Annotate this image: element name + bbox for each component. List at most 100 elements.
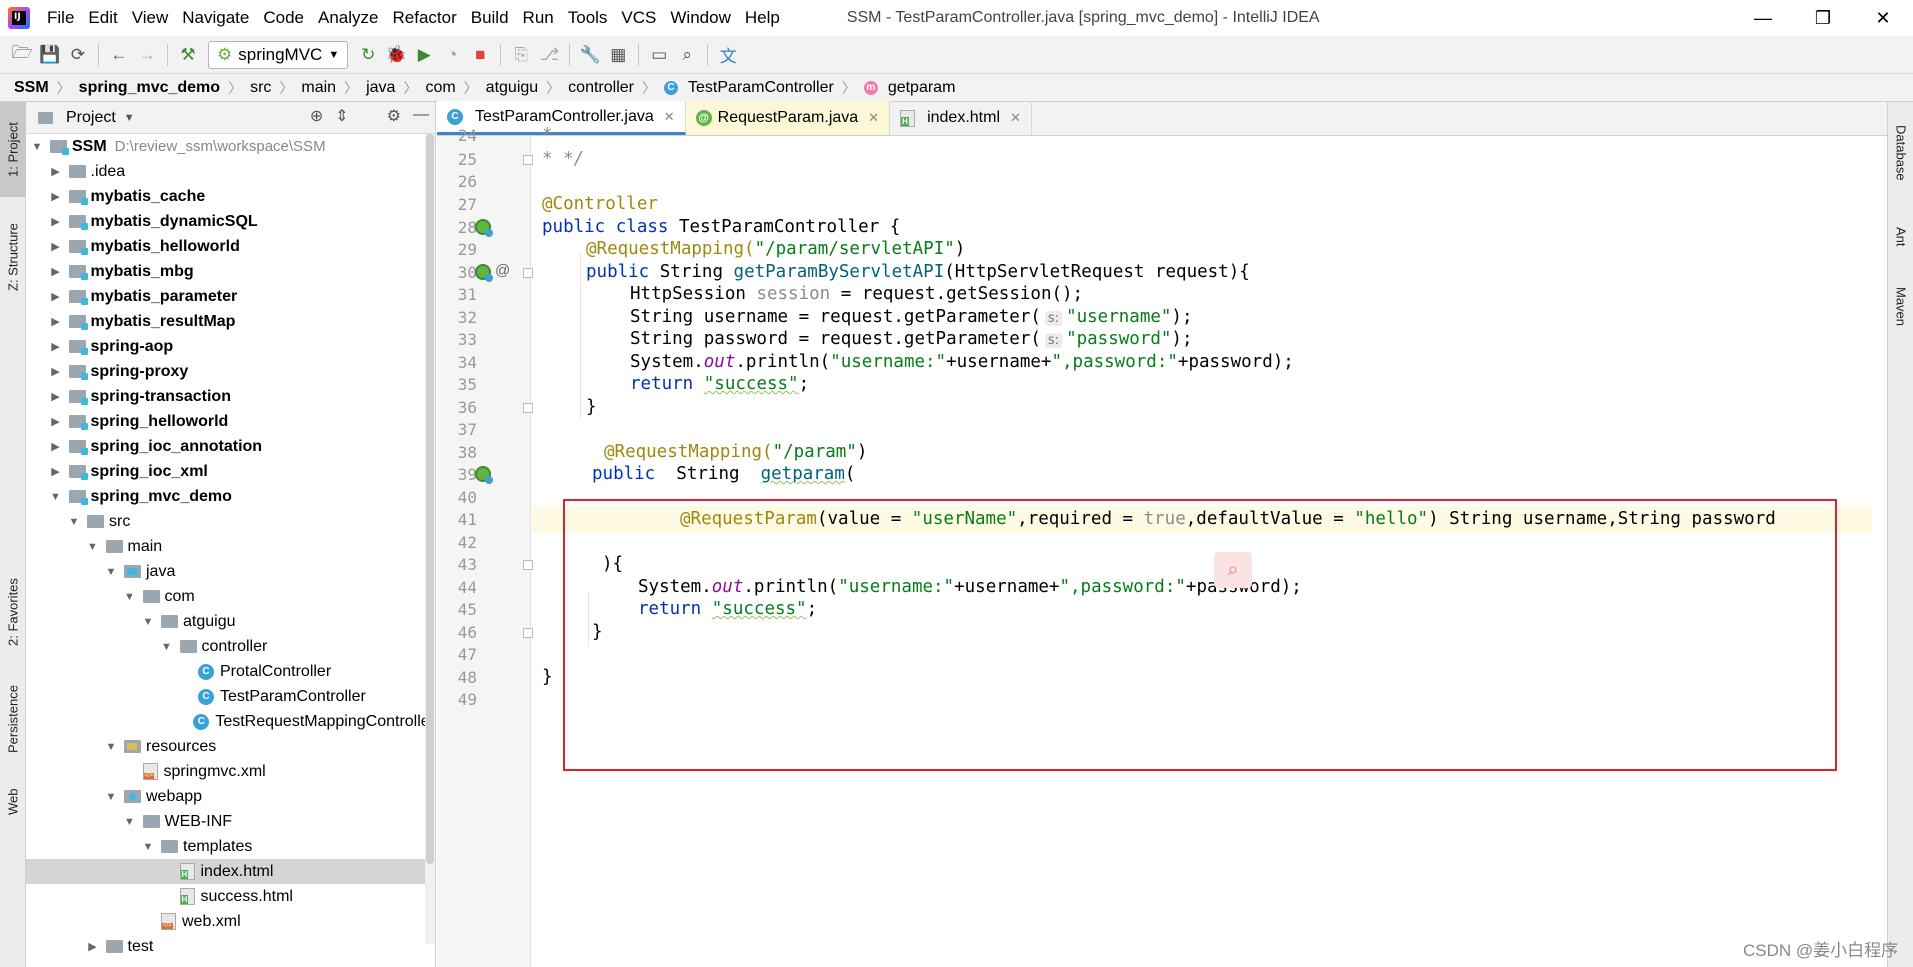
breadcrumb-item[interactable]: main: [301, 79, 336, 97]
tree-item[interactable]: ▶ spring_ioc_annotation: [26, 434, 435, 459]
spring-bean-gutter-icon[interactable]: [475, 264, 493, 282]
tree-item[interactable]: ▼ controller: [26, 634, 435, 659]
menu-item-code[interactable]: Code: [256, 0, 311, 36]
tool-tab-persistence[interactable]: Persistence: [0, 672, 26, 767]
breadcrumb-item[interactable]: com: [425, 79, 455, 97]
tree-item[interactable]: ▶ mybatis_helloworld: [26, 234, 435, 259]
tree-item[interactable]: ▶ mybatis_parameter: [26, 284, 435, 309]
chevron-right-icon[interactable]: ▶: [49, 190, 63, 203]
menu-item-refactor[interactable]: Refactor: [385, 0, 463, 36]
tree-item[interactable]: ▼ atguigu: [26, 609, 435, 634]
terminal-icon[interactable]: ▭: [645, 41, 673, 69]
tool-tab-web[interactable]: Web: [0, 772, 26, 832]
search-icon[interactable]: ⌕: [673, 41, 701, 69]
menu-item-build[interactable]: Build: [464, 0, 516, 36]
chevron-down-icon[interactable]: ▼: [49, 491, 63, 503]
menu-item-navigate[interactable]: Navigate: [175, 0, 256, 36]
forward-arrow-icon[interactable]: →: [133, 41, 161, 69]
tree-item[interactable]: ▶ spring_ioc_xml: [26, 459, 435, 484]
breadcrumb-item[interactable]: java: [366, 79, 395, 97]
spring-bean-gutter-icon[interactable]: [475, 466, 493, 484]
tree-item[interactable]: ▶ spring-proxy: [26, 359, 435, 384]
tree-item[interactable]: C TestRequestMappingController: [26, 709, 435, 734]
tree-item[interactable]: ▶ mybatis_mbg: [26, 259, 435, 284]
gear-icon[interactable]: ⚙: [387, 106, 401, 126]
breadcrumb-item[interactable]: SSM: [14, 79, 49, 97]
breadcrumb-item[interactable]: src: [250, 79, 271, 97]
scrollbar-thumb[interactable]: [426, 134, 434, 864]
back-arrow-icon[interactable]: ←: [105, 41, 133, 69]
tool-tab-favorites[interactable]: 2: Favorites: [0, 557, 26, 667]
menu-item-file[interactable]: File: [40, 0, 81, 36]
open-folder-icon[interactable]: 🗁: [8, 41, 36, 69]
run-config-select[interactable]: ⚙ springMVC ▼: [208, 40, 349, 69]
profile-icon[interactable]: ◔: [438, 41, 466, 69]
chevron-right-icon[interactable]: ▶: [49, 340, 63, 353]
tool-tab-maven[interactable]: Maven: [1888, 272, 1913, 342]
chevron-right-icon[interactable]: ▶: [49, 465, 63, 478]
tree-item[interactable]: ▼ resources: [26, 734, 435, 759]
tree-item[interactable]: C ProtalController: [26, 659, 435, 684]
tree-item[interactable]: ▶ mybatis_resultMap: [26, 309, 435, 334]
wrench-icon[interactable]: 🔧: [576, 41, 604, 69]
chevron-down-icon[interactable]: ▼: [30, 141, 44, 153]
breadcrumb-item[interactable]: atguigu: [486, 79, 539, 97]
minimize-icon[interactable]: —: [1733, 0, 1793, 36]
breadcrumb-item[interactable]: C TestParamController: [663, 79, 834, 97]
search-icon[interactable]: ⌕: [1214, 552, 1252, 588]
chevron-down-icon[interactable]: ▼: [67, 516, 81, 528]
menu-item-analyze[interactable]: Analyze: [311, 0, 385, 36]
menu-item-edit[interactable]: Edit: [81, 0, 124, 36]
tool-tab-database[interactable]: Database: [1888, 108, 1913, 198]
tool-tab-structure[interactable]: Z: Structure: [0, 202, 26, 312]
collapse-all-icon[interactable]: ⇕: [335, 106, 348, 126]
chevron-down-icon[interactable]: ▼: [86, 541, 100, 553]
coverage-icon[interactable]: ▶: [410, 41, 438, 69]
chevron-right-icon[interactable]: ▶: [49, 440, 63, 453]
chevron-right-icon[interactable]: ▶: [49, 365, 63, 378]
tree-item[interactable]: C TestParamController: [26, 684, 435, 709]
chevron-right-icon[interactable]: ▶: [49, 390, 63, 403]
chevron-down-icon[interactable]: ▼: [160, 641, 174, 653]
locate-icon[interactable]: ⊕: [310, 106, 323, 126]
tree-item[interactable]: ▶ mybatis_dynamicSQL: [26, 209, 435, 234]
chevron-right-icon[interactable]: ▶: [49, 290, 63, 303]
chevron-down-icon[interactable]: ▼: [124, 112, 135, 124]
tree-item[interactable]: ▶ mybatis_cache: [26, 184, 435, 209]
menu-item-vcs[interactable]: VCS: [614, 0, 663, 36]
chevron-down-icon[interactable]: ▼: [104, 566, 118, 578]
breadcrumb-item[interactable]: controller: [568, 79, 634, 97]
tree-item[interactable]: web.xml: [26, 909, 435, 934]
tree-item[interactable]: ▼ webapp: [26, 784, 435, 809]
build-hammer-icon[interactable]: ⚒: [174, 41, 202, 69]
chevron-down-icon[interactable]: ▼: [123, 816, 137, 828]
spring-bean-gutter-icon[interactable]: [475, 219, 493, 237]
tree-item[interactable]: ▼ java: [26, 559, 435, 584]
chevron-down-icon[interactable]: ▼: [141, 841, 155, 853]
chevron-down-icon[interactable]: ▼: [104, 741, 118, 753]
stop-icon[interactable]: ■: [466, 41, 494, 69]
tree-item[interactable]: ▶ spring-transaction: [26, 384, 435, 409]
attach-icon[interactable]: ⎘: [507, 41, 535, 69]
tree-item[interactable]: ▼ com: [26, 584, 435, 609]
request-mapping-gutter-icon[interactable]: @: [495, 262, 510, 279]
chevron-right-icon[interactable]: ▶: [49, 165, 63, 178]
restore-icon[interactable]: ❐: [1793, 0, 1853, 36]
tree-item[interactable]: ▼ main: [26, 534, 435, 559]
menu-item-run[interactable]: Run: [516, 0, 561, 36]
tree-item[interactable]: ▼ templates: [26, 834, 435, 859]
tree-item[interactable]: ▼ spring_mvc_demo: [26, 484, 435, 509]
chevron-right-icon[interactable]: ▶: [49, 265, 63, 278]
chevron-right-icon[interactable]: ▶: [49, 240, 63, 253]
rerun-icon[interactable]: ↻: [354, 41, 382, 69]
tree-item[interactable]: ▶ .idea: [26, 159, 435, 184]
tool-tab-ant[interactable]: Ant: [1888, 212, 1913, 262]
menu-item-view[interactable]: View: [125, 0, 176, 36]
menu-item-window[interactable]: Window: [663, 0, 737, 36]
translate-icon[interactable]: 文: [714, 41, 742, 69]
tree-item[interactable]: ▼ src: [26, 509, 435, 534]
menu-item-tools[interactable]: Tools: [561, 0, 615, 36]
tree-item[interactable]: ▶ spring-aop: [26, 334, 435, 359]
hide-panel-icon[interactable]: —: [413, 106, 429, 126]
menu-item-help[interactable]: Help: [738, 0, 787, 36]
